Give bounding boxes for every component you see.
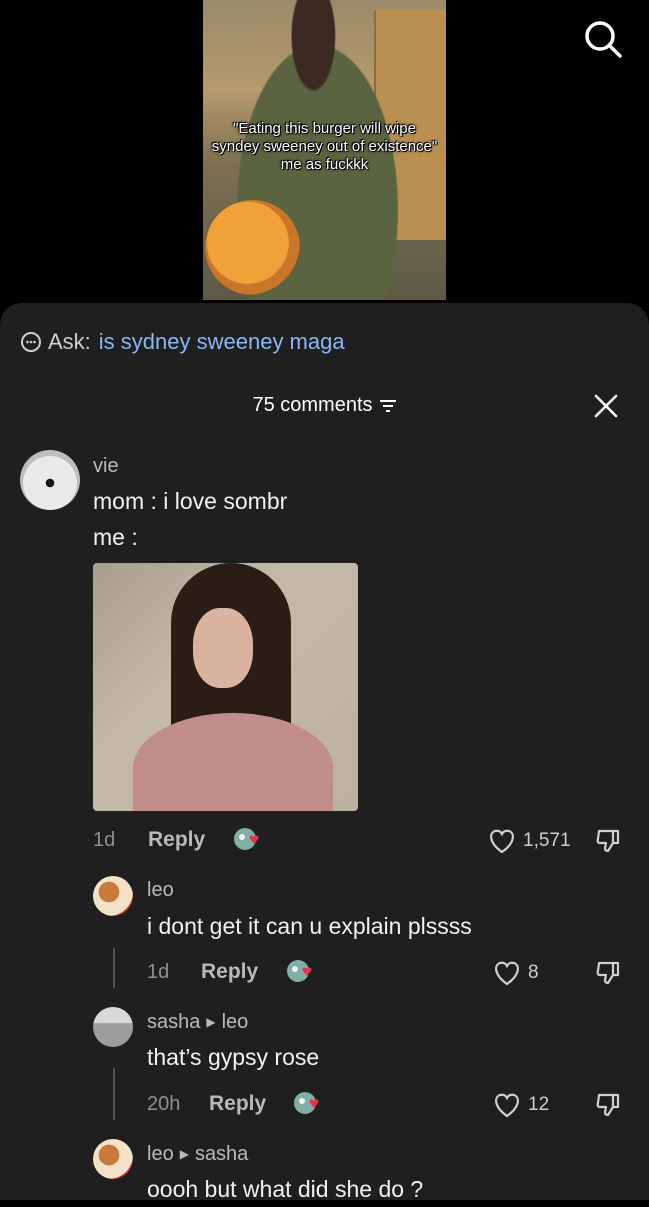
comment-username-line: sasha ▶ leo (147, 1011, 248, 1034)
like-count: 8 (528, 962, 539, 983)
avatar[interactable] (20, 450, 80, 510)
reply-button[interactable]: Reply (148, 828, 205, 852)
avatar[interactable] (93, 1007, 133, 1047)
thumbs-down-icon[interactable] (595, 959, 623, 987)
comment-image[interactable] (93, 563, 358, 811)
comments-sheet: Ask: is sydney sweeney maga 75 comments … (0, 303, 649, 1202)
filter-icon[interactable] (379, 398, 397, 414)
reply-to-username[interactable]: leo (222, 1011, 249, 1033)
video-thumbnail[interactable]: "Eating this burger will wipe syndey swe… (203, 0, 446, 300)
reaction-sticker-icon[interactable] (292, 1089, 324, 1117)
comment-username[interactable]: leo (147, 1143, 174, 1165)
avatar[interactable] (93, 1139, 133, 1179)
video-caption: "Eating this burger will wipe syndey swe… (211, 120, 438, 173)
reaction-sticker-icon[interactable] (285, 957, 317, 985)
avatar[interactable] (93, 876, 133, 916)
close-icon[interactable] (593, 393, 619, 419)
comment-username[interactable]: leo (147, 879, 174, 902)
reply-arrow-icon: ▶ (179, 1147, 189, 1161)
heart-icon (495, 1093, 519, 1118)
video-preview-area: "Eating this burger will wipe syndey swe… (0, 0, 649, 310)
like-count: 1,571 (523, 830, 571, 851)
reply-arrow-icon: ▶ (206, 1015, 216, 1029)
like-button[interactable]: 8 (492, 959, 539, 987)
comment-username-line: leo ▶ sasha (147, 1143, 248, 1166)
ask-bubble-icon (21, 332, 41, 352)
comments-count-header[interactable]: 75 comments (0, 394, 649, 417)
comment-text-line: mom : i love sombr (93, 488, 288, 514)
comment-age: 1d (147, 961, 170, 983)
comment-text: i dont get it can u explain plssss (147, 913, 472, 939)
like-button[interactable]: 1,571 (487, 827, 571, 855)
like-count: 12 (528, 1094, 550, 1115)
reaction-sticker-icon[interactable] (232, 825, 264, 853)
like-button[interactable]: 12 (492, 1091, 549, 1119)
reply-button[interactable]: Reply (209, 1092, 266, 1116)
reply-to-username[interactable]: sasha (195, 1143, 248, 1165)
comment-username[interactable]: sasha (147, 1011, 200, 1033)
heart-icon (490, 829, 514, 854)
comment-age: 20h (147, 1093, 181, 1115)
video-burger (205, 200, 300, 295)
ask-suggestion[interactable]: Ask: is sydney sweeney maga (20, 329, 345, 355)
comment-username[interactable]: vie (93, 455, 119, 478)
reply-button[interactable]: Reply (201, 960, 258, 984)
thread-line (113, 1068, 115, 1120)
ask-label: Ask: (48, 329, 91, 354)
search-icon[interactable] (582, 18, 624, 60)
comment-age: 1d (93, 829, 116, 851)
comment-text-line: me : (93, 524, 138, 550)
thumbs-down-icon[interactable] (595, 1091, 623, 1119)
thumbs-down-icon[interactable] (595, 827, 623, 855)
heart-icon (495, 961, 519, 986)
comment-text: oooh but what did she do ? (147, 1176, 424, 1202)
ask-query-link[interactable]: is sydney sweeney maga (99, 329, 345, 355)
comment-text: that’s gypsy rose (147, 1044, 320, 1070)
thread-line (113, 948, 115, 988)
comments-count: 75 comments (252, 394, 373, 416)
